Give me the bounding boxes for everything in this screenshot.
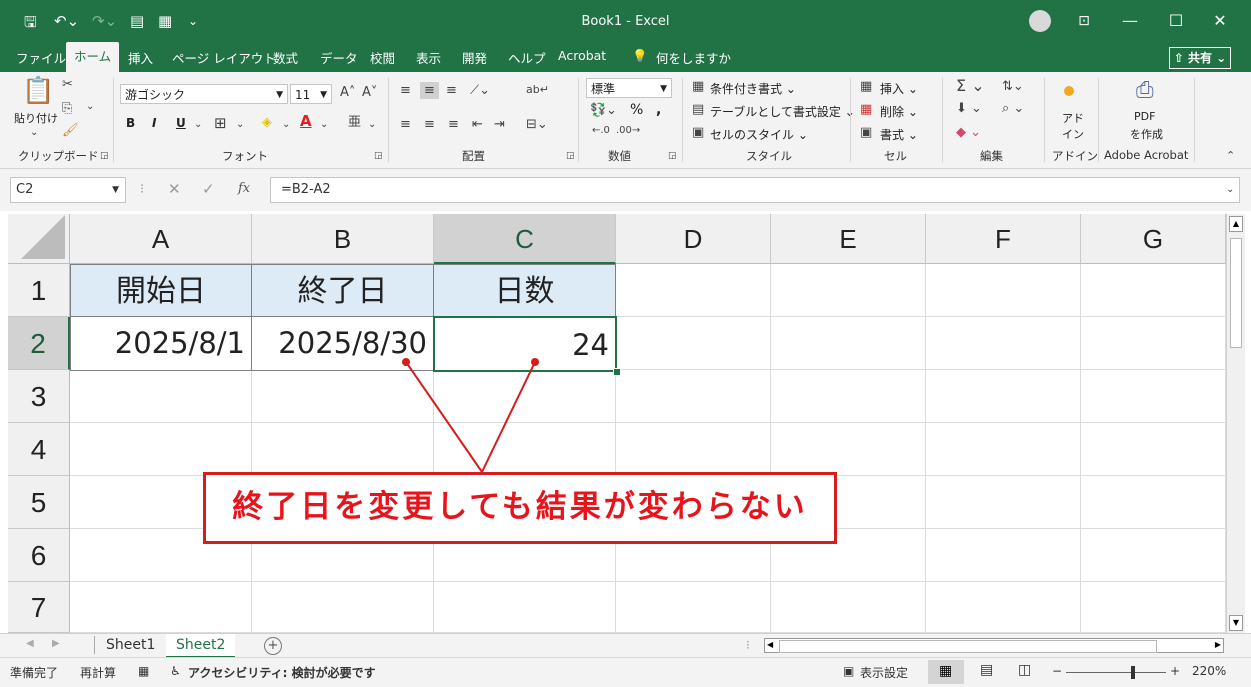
callout-annotation: 終了日を変更しても結果が変わらない [203, 472, 837, 544]
prev-sheet-icon[interactable]: ◀ [26, 638, 34, 649]
zoom-in-button[interactable]: + [1170, 664, 1180, 678]
sheet-tab-sheet2[interactable]: Sheet2 [166, 634, 236, 658]
accessibility-icon: ♿ [170, 664, 181, 678]
arrow-dot-c2 [531, 358, 539, 366]
status-accessibility[interactable]: アクセシビリティ: 検討が必要です [188, 664, 376, 681]
scroll-up-icon[interactable]: ▲ [1229, 216, 1243, 232]
vertical-scrollbar[interactable]: ▲ ▼ [1226, 214, 1245, 633]
callout-arrows [402, 358, 539, 473]
status-bar: 準備完了 再計算 ▦ ♿ アクセシビリティ: 検討が必要です ▣ 表示設定 ▦ … [0, 657, 1251, 687]
vertical-scroll-thumb[interactable] [1230, 238, 1242, 348]
zoom-out-button[interactable]: − [1052, 664, 1062, 678]
status-recalc[interactable]: 再計算 [80, 664, 116, 681]
zoom-slider-track[interactable] [1066, 672, 1166, 673]
arrow-line-to-b2 [405, 361, 483, 473]
add-sheet-button[interactable]: + [264, 637, 282, 655]
sheet-tab-sheet1[interactable]: Sheet1 [96, 634, 165, 656]
arrow-dot-b2 [402, 358, 410, 366]
zoom-slider-thumb[interactable] [1131, 666, 1135, 679]
status-ready: 準備完了 [10, 666, 59, 680]
display-settings-button[interactable]: 表示設定 [860, 664, 908, 681]
macro-record-icon[interactable]: ▦ [138, 664, 149, 678]
tab-separator [94, 636, 95, 654]
normal-view-button[interactable]: ▦ [928, 660, 964, 684]
page-break-view-icon[interactable]: ◫ [1018, 662, 1031, 678]
page-layout-view-icon[interactable]: ▤ [980, 662, 993, 678]
next-sheet-icon[interactable]: ▶ [52, 638, 60, 649]
normal-view-icon: ▦ [939, 663, 953, 679]
arrow-line-to-c2 [481, 361, 536, 473]
scroll-down-icon[interactable]: ▼ [1229, 615, 1243, 631]
scroll-left-icon[interactable]: ◀ [767, 640, 773, 649]
horizontal-scrollbar[interactable]: ◀ ▶ [764, 638, 1224, 653]
split-handle-icon[interactable]: ⁝ [746, 638, 750, 652]
horizontal-scroll-thumb[interactable] [779, 640, 1157, 653]
zoom-level[interactable]: 220% [1192, 664, 1226, 678]
scroll-right-icon[interactable]: ▶ [1215, 640, 1221, 649]
display-settings-icon: ▣ [843, 664, 855, 678]
sheet-tab-bar: ◀ ▶ Sheet1 Sheet2 + ⁝ ◀ ▶ [0, 633, 1251, 658]
